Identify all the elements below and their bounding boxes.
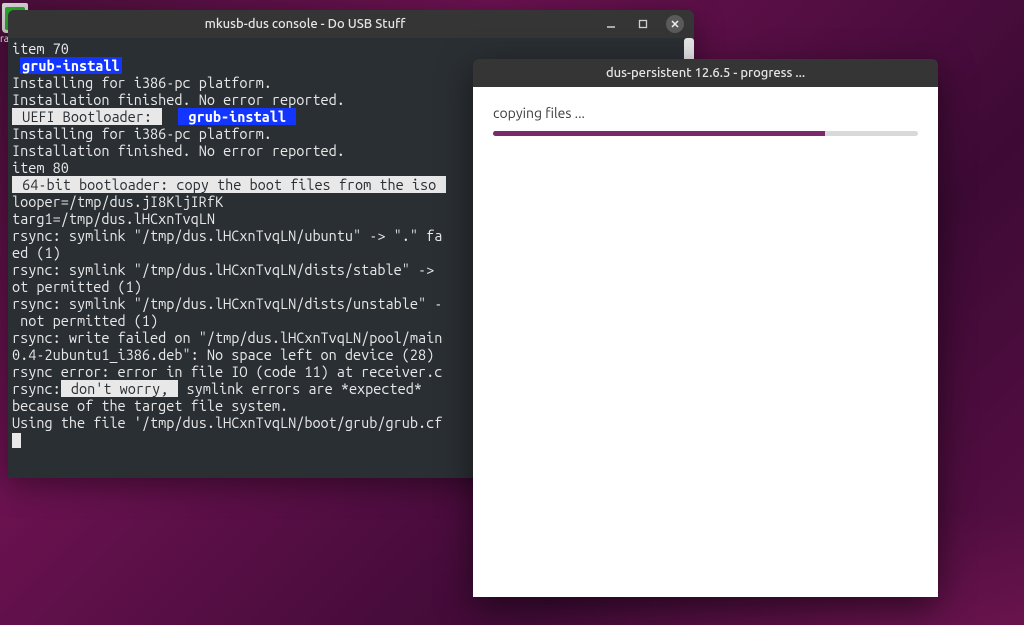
maximize-button[interactable] — [634, 15, 652, 33]
console-titlebar[interactable]: mkusb-dus console - Do USB Stuff — [8, 10, 694, 38]
close-icon — [669, 18, 681, 30]
grub-install-tag: grub-install — [20, 57, 121, 74]
dont-worry-tag: don't worry, — [61, 380, 179, 397]
progress-body: copying files ... — [473, 87, 938, 597]
grub-install-tag: grub-install — [178, 108, 296, 125]
progress-title: dus-persistent 12.6.5 - progress ... — [473, 66, 938, 80]
progressbar — [493, 131, 918, 136]
bootloader-copy-tag: 64-bit bootloader: copy the boot files f… — [12, 176, 446, 193]
progress-window: dus-persistent 12.6.5 - progress ... cop… — [473, 59, 938, 597]
minimize-icon — [605, 18, 617, 30]
console-line: item 70 — [12, 40, 690, 57]
maximize-icon — [637, 18, 649, 30]
progress-label: copying files ... — [493, 105, 918, 121]
cursor-icon — [12, 433, 21, 448]
uefi-bootloader-tag: UEFI Bootloader: — [12, 108, 162, 125]
minimize-button[interactable] — [602, 15, 620, 33]
progressbar-fill — [493, 131, 825, 136]
close-button[interactable] — [666, 15, 684, 33]
console-title: mkusb-dus console - Do USB Stuff — [8, 17, 602, 31]
progress-titlebar[interactable]: dus-persistent 12.6.5 - progress ... — [473, 59, 938, 87]
window-controls — [602, 15, 694, 33]
